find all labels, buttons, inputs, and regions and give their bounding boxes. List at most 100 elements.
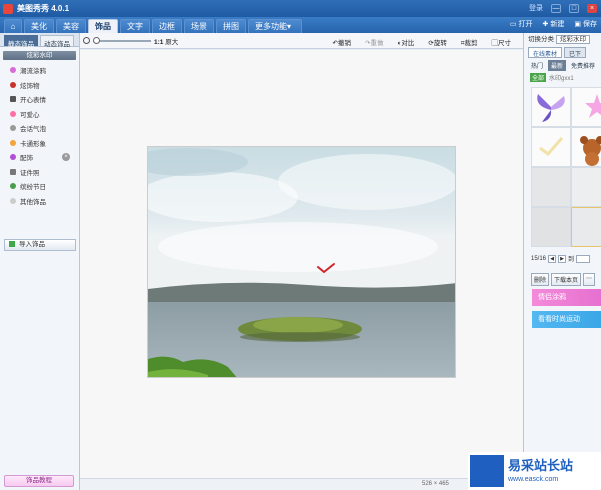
category-label: 配饰 xyxy=(20,155,33,163)
new-icon: ✚ xyxy=(542,21,549,28)
category-selected[interactable]: 炫彩水印 xyxy=(3,51,76,60)
new-label: 新建 xyxy=(550,21,565,28)
heart-icon xyxy=(10,67,16,74)
import-sticker-button[interactable]: 导入饰品 xyxy=(4,239,76,251)
minimize-button[interactable]: — xyxy=(551,3,561,13)
fashion-sport-banner[interactable]: 看看时尚运动 xyxy=(532,311,601,328)
tab-scene[interactable]: 场景 xyxy=(184,19,214,33)
tab-decorations[interactable]: 饰品 xyxy=(88,19,118,33)
tab-static-stickers[interactable]: 静态饰品 xyxy=(4,35,38,48)
more-actions-button[interactable]: ⋯ xyxy=(583,273,596,286)
material-thumb[interactable] xyxy=(571,167,601,207)
category-item[interactable]: 开心表情 xyxy=(0,92,79,107)
category-label: 开心表情 xyxy=(20,97,46,105)
watermark-logo-icon xyxy=(470,455,504,487)
tab-more[interactable]: 更多功能▾ xyxy=(248,19,303,33)
prev-page-button[interactable]: ◀ xyxy=(548,254,557,263)
category-label: 可爱心 xyxy=(20,111,40,119)
material-source-tabs: 在线素材 已下 xyxy=(528,47,601,58)
app-logo-icon xyxy=(3,3,13,14)
zoom-icon xyxy=(83,37,90,44)
material-thumb[interactable] xyxy=(531,127,571,167)
material-thumb[interactable] xyxy=(571,127,601,167)
title-bar: 美图秀秀 4.0.1 登录 — □ × xyxy=(0,0,601,17)
save-button[interactable]: ▣ 保存 xyxy=(574,19,597,29)
tab-latest[interactable]: 最新 xyxy=(548,60,567,71)
zoom-1-1-button[interactable]: 1:1 原大 xyxy=(154,36,178,46)
undo-button[interactable]: ↶撤销 xyxy=(333,37,351,48)
category-item[interactable]: 炫饰物 xyxy=(0,78,79,93)
tab-collage[interactable]: 拼图 xyxy=(216,19,246,33)
category-item[interactable]: 其他饰品 xyxy=(0,194,79,209)
site-watermark: 易采站长站 www.easck.com xyxy=(468,452,601,490)
tab-animated-stickers[interactable]: 动态饰品 xyxy=(40,35,74,48)
tab-free[interactable]: 免费推荐 xyxy=(568,60,598,71)
import-icon xyxy=(9,241,15,247)
image-width: 526 xyxy=(422,481,433,487)
material-thumb[interactable] xyxy=(531,167,571,207)
festival-icon xyxy=(10,183,16,190)
login-link[interactable]: 登录 xyxy=(529,3,543,13)
category-item[interactable]: 会话气泡 xyxy=(0,121,79,136)
category-item[interactable]: 可爱心 xyxy=(0,107,79,122)
smile-icon xyxy=(10,96,16,103)
couple-doodle-banner[interactable]: 情侣涂鸦 xyxy=(532,289,601,306)
redo-label: 重做 xyxy=(370,40,384,47)
maximize-button[interactable]: □ xyxy=(569,3,579,13)
tab-retouch[interactable]: 美容 xyxy=(56,19,86,33)
watermark-text: 易采站长站 xyxy=(508,458,574,473)
tab-beautify[interactable]: 美化 xyxy=(24,19,54,33)
page-input[interactable] xyxy=(576,254,591,263)
bow-icon xyxy=(10,154,16,161)
category-item[interactable]: 证件照 xyxy=(0,165,79,180)
close-icon[interactable]: × xyxy=(62,153,70,161)
image-size: 526 × 465 xyxy=(422,481,449,487)
close-button[interactable]: × xyxy=(587,3,597,13)
zoom-slider[interactable] xyxy=(93,36,151,44)
tab-text[interactable]: 文字 xyxy=(120,19,150,33)
tab-border[interactable]: 边框 xyxy=(152,19,182,33)
material-thumb-selected[interactable] xyxy=(571,207,601,247)
canvas-area[interactable] xyxy=(80,50,523,478)
bubble-icon xyxy=(10,125,16,132)
teddy-bear-icon xyxy=(580,136,601,166)
heart-icon xyxy=(10,110,16,117)
tab-downloaded[interactable]: 已下 xyxy=(564,47,587,58)
category-item[interactable]: 潮流涂鸦 xyxy=(0,63,79,78)
open-button[interactable]: ▭ 打开 xyxy=(510,19,533,29)
new-button[interactable]: ✚ 新建 xyxy=(543,19,565,29)
tab-online-materials[interactable]: 在线素材 xyxy=(528,47,563,58)
rotate-label: 旋转 xyxy=(433,40,447,47)
zoom-slider-thumb[interactable] xyxy=(93,36,100,44)
delete-button[interactable]: 删除 xyxy=(531,273,550,286)
material-thumb[interactable] xyxy=(571,87,601,127)
size-label: 尺寸 xyxy=(498,40,511,47)
tag-all[interactable]: 全部 xyxy=(530,73,547,82)
sticker-tutorial-button[interactable]: 饰品教程 xyxy=(4,475,74,487)
star-icon xyxy=(10,197,16,204)
folder-icon: ▭ xyxy=(509,21,517,28)
tab-hot[interactable]: 热门 xyxy=(528,60,546,71)
canvas-toolbar: 1:1 原大 ↶撤销 ↷重做 ◐对比 ⟳旋转 ⌗裁剪 ▢尺寸 xyxy=(80,33,523,49)
category-item[interactable]: 缤纷节日 xyxy=(0,179,79,194)
rotate-button[interactable]: ⟳旋转 xyxy=(428,37,446,48)
tab-home[interactable]: ⌂ xyxy=(4,19,22,33)
redo-button[interactable]: ↷重做 xyxy=(365,37,383,48)
material-thumb[interactable] xyxy=(531,207,571,247)
tag-watermark[interactable]: 水印gxx1 xyxy=(549,73,574,82)
category-item[interactable]: 卡通形象 xyxy=(0,136,79,151)
contrast-button[interactable]: ◐对比 xyxy=(397,37,414,48)
category-select[interactable]: 炫彩水印 xyxy=(556,35,590,44)
next-page-button[interactable]: ▶ xyxy=(558,254,567,263)
resize-button[interactable]: ▢尺寸 xyxy=(492,37,512,48)
material-thumb[interactable] xyxy=(531,87,571,127)
image-height: 465 xyxy=(438,481,449,487)
category-item[interactable]: 配饰 × xyxy=(0,150,79,165)
contrast-label: 对比 xyxy=(401,40,415,47)
photo-canvas[interactable] xyxy=(147,146,456,378)
crop-button[interactable]: ⌗裁剪 xyxy=(461,37,478,48)
download-page-button[interactable]: 下载本页 xyxy=(551,273,582,286)
left-panel: 静态饰品 动态饰品 炫彩水印 潮流涂鸦 炫饰物 开心表情 可爱心 会话气泡 卡通… xyxy=(0,33,80,490)
open-label: 打开 xyxy=(518,21,533,28)
category-label: 证件照 xyxy=(20,169,40,177)
